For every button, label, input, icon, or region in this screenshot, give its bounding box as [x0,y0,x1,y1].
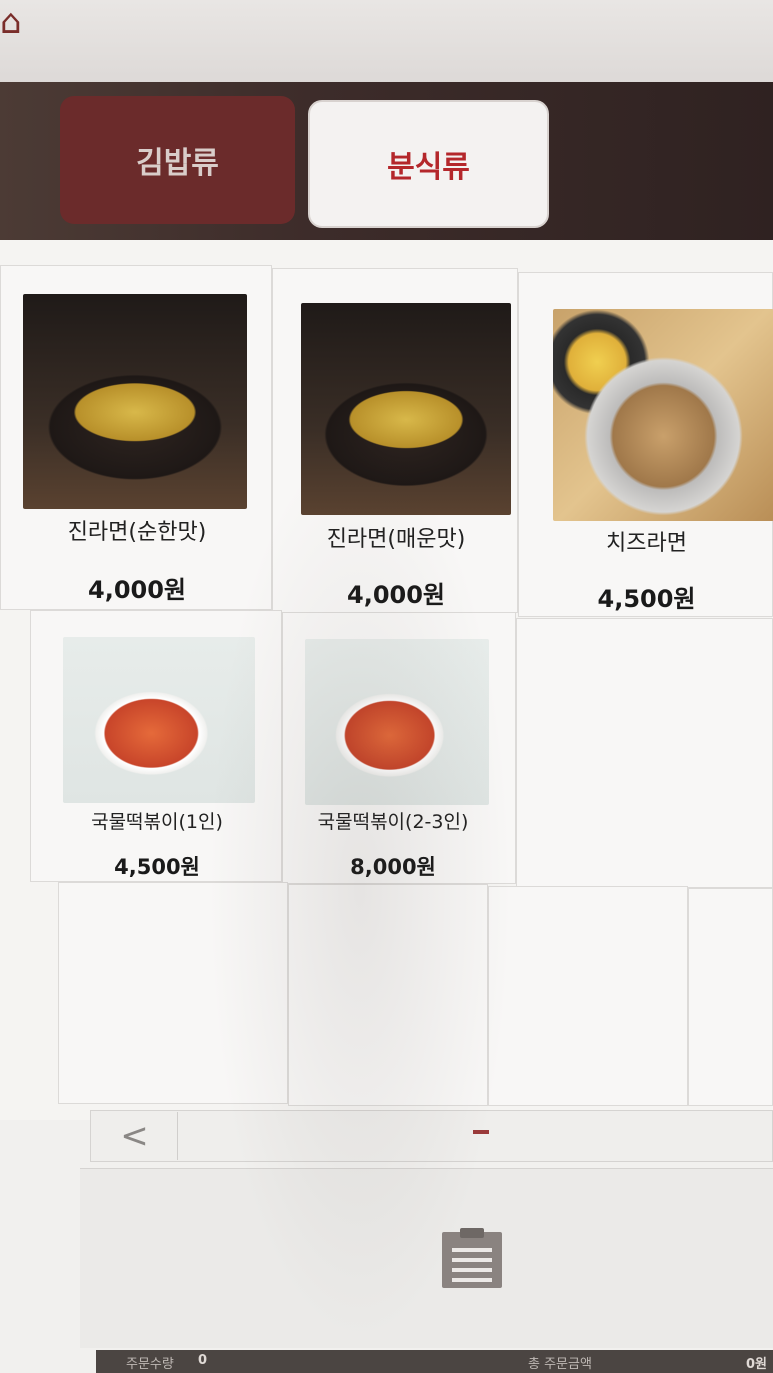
item-name: 국물떡볶이(2-3인) [317,811,469,833]
menu-slot-empty [516,618,773,888]
ramen-image [23,294,247,509]
order-summary-bar: 주문수량 0 총 주문금액 0원 [96,1350,773,1373]
item-price: 4,500원 [114,855,200,879]
tab-bunsik-label: 분식류 [387,150,470,185]
menu-item-tteokbokki-1[interactable]: 국물떡볶이(1인) 4,500원 [30,610,282,882]
tab-bunsik[interactable]: 분식류 [308,100,549,228]
menu-item-cheese-ramen[interactable]: 치즈라면 4,500원 [518,272,773,617]
prev-page-button[interactable]: < [92,1112,178,1160]
menu-item-tteokbokki-2-3[interactable]: 국물떡볶이(2-3인) 8,000원 [282,612,516,884]
tteokbokki-image [63,637,255,803]
order-total-value: 0원 [746,1357,768,1372]
menu-slot-empty [288,884,488,1106]
home-icon[interactable]: ⌂ [0,0,26,44]
menu-item-jin-ramen-spicy[interactable]: 진라면(매운맛) 4,000원 [272,268,518,613]
item-price: 8,000원 [350,855,436,879]
item-name: 진라면(순한맛) [67,520,207,545]
item-price: 4,000원 [88,576,186,604]
top-strip [0,0,773,90]
order-qty-value: 0 [198,1353,208,1368]
order-panel [80,1168,773,1348]
item-name: 진라면(매운맛) [326,527,466,552]
clipboard-icon[interactable] [438,1226,506,1290]
item-price: 4,500원 [597,585,696,613]
tab-gimbap[interactable]: 김밥류 [60,96,295,224]
item-name: 국물떡볶이(1인) [91,811,223,833]
item-name: 치즈라면 [606,531,687,556]
ramen-image [301,303,511,515]
menu-slot-empty [688,888,773,1106]
item-price: 4,000원 [347,581,445,609]
menu-slot-empty [58,882,288,1104]
menu-slot-empty [488,886,688,1106]
tab-gimbap-label: 김밥류 [136,146,219,181]
order-total-label: 총 주문금액 [528,1357,592,1372]
tteokbokki-image [305,639,489,805]
page-indicator [473,1130,489,1134]
chevron-left-icon: < [120,1116,149,1156]
cheese-ramen-image [553,309,773,521]
menu-item-jin-ramen-mild[interactable]: 진라면(순한맛) 4,000원 [0,265,272,610]
order-qty-label: 주문수량 [126,1357,174,1372]
pager [90,1110,773,1162]
